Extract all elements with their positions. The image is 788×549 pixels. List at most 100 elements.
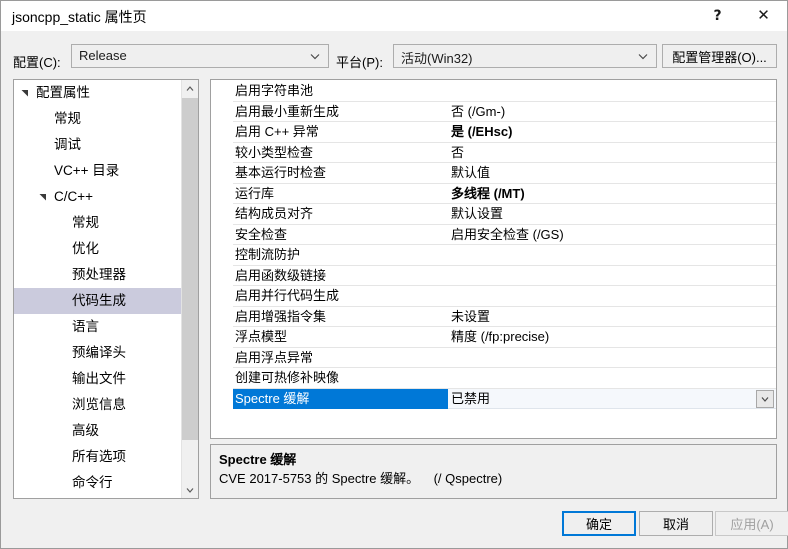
property-row[interactable]: 启用 C++ 异常是 (/EHsc): [211, 122, 776, 143]
property-name[interactable]: 安全检查: [233, 225, 448, 245]
help-button[interactable]: ?: [695, 1, 740, 30]
chevron-up-icon[interactable]: [182, 80, 198, 97]
property-name[interactable]: 运行库: [233, 184, 448, 204]
property-name[interactable]: 结构成员对齐: [233, 204, 448, 225]
property-name[interactable]: 启用浮点异常: [233, 348, 448, 368]
configuration-combo[interactable]: Release: [71, 44, 329, 68]
triangle-expanded-icon[interactable]: [36, 184, 50, 210]
tree-item-label: 配置属性: [36, 85, 90, 100]
property-name[interactable]: 启用最小重新生成: [233, 102, 448, 122]
property-value[interactable]: [448, 286, 776, 307]
tree-item-label: 预处理器: [72, 267, 126, 282]
property-value[interactable]: 已禁用: [448, 388, 776, 409]
property-value[interactable]: 精度 (/fp:precise): [448, 327, 776, 348]
configuration-tree[interactable]: 配置属性 常规 调试 VC++ 目录 C/C++ 常规 优化 预处理器 代码生成 语言 预编译头 输出…: [14, 80, 182, 498]
tree-item-label: 常规: [54, 111, 81, 126]
tree-item[interactable]: 所有选项: [14, 444, 182, 470]
property-name[interactable]: 浮点模型: [233, 327, 448, 348]
triangle-collapsed-icon[interactable]: [36, 496, 50, 498]
property-name[interactable]: 启用并行代码生成: [233, 286, 448, 307]
tree-item[interactable]: 高级: [14, 418, 182, 444]
property-name[interactable]: 创建可热修补映像: [233, 368, 448, 389]
apply-button[interactable]: 应用(A): [715, 511, 788, 536]
property-row[interactable]: 启用并行代码生成: [211, 286, 776, 307]
chevron-down-icon[interactable]: [182, 481, 198, 498]
tree-item[interactable]: 语言: [14, 314, 182, 340]
question-mark-icon: ?: [713, 7, 722, 24]
property-row[interactable]: 结构成员对齐 默认设置: [211, 204, 776, 225]
property-row[interactable]: 控制流防护: [211, 245, 776, 266]
tree-item-label: 高级: [72, 423, 99, 438]
property-name[interactable]: Spectre 缓解: [233, 388, 448, 409]
configuration-label: 配置(C):: [13, 55, 61, 70]
tree-item[interactable]: 库管理器: [14, 496, 182, 498]
property-value[interactable]: 是 (/EHsc): [448, 122, 776, 143]
tree-item-label: 优化: [72, 241, 99, 256]
platform-combo[interactable]: 活动(Win32): [393, 44, 657, 68]
property-name[interactable]: 基本运行时检查: [233, 163, 448, 184]
property-value-dropdown-button[interactable]: [756, 389, 774, 408]
property-row[interactable]: 较小类型检查否: [211, 143, 776, 163]
property-name[interactable]: 控制流防护: [233, 245, 448, 266]
property-row[interactable]: 启用最小重新生成否 (/Gm-): [211, 102, 776, 122]
tree-scrollbar[interactable]: [181, 80, 198, 498]
property-name[interactable]: 启用增强指令集: [233, 307, 448, 327]
property-value[interactable]: [448, 81, 776, 102]
tree-item-label: 预编译头: [72, 345, 126, 360]
tree-item-label: 所有选项: [72, 449, 126, 464]
tree-item[interactable]: 常规: [14, 106, 182, 132]
property-row[interactable]: 安全检查 启用安全检查 (/GS): [211, 225, 776, 245]
property-name[interactable]: 启用 C++ 异常: [233, 122, 448, 143]
tree-item[interactable]: VC++ 目录: [14, 158, 182, 184]
tree-item[interactable]: 代码生成: [14, 288, 182, 314]
property-value[interactable]: 启用安全检查 (/GS): [448, 225, 776, 245]
property-value[interactable]: [448, 245, 776, 266]
property-value[interactable]: 默认值: [448, 163, 776, 184]
property-value[interactable]: [448, 368, 776, 389]
property-row[interactable]: 运行库 多线程 (/MT): [211, 184, 776, 204]
property-value[interactable]: 默认设置: [448, 204, 776, 225]
tree-item[interactable]: 配置属性: [14, 80, 182, 106]
tree-item-label: C/C++: [54, 189, 94, 204]
tree-item[interactable]: 预处理器: [14, 262, 182, 288]
ok-button[interactable]: 确定: [562, 511, 636, 536]
property-name[interactable]: 较小类型检查: [233, 143, 448, 163]
tree-item[interactable]: 常规: [14, 210, 182, 236]
configuration-manager-button[interactable]: 配置管理器(O)...: [662, 44, 777, 68]
property-value[interactable]: 否: [448, 143, 776, 163]
property-value[interactable]: 否 (/Gm-): [448, 102, 776, 122]
tree-item[interactable]: C/C++: [14, 184, 182, 210]
property-value[interactable]: 多线程 (/MT): [448, 184, 776, 204]
tree-item-label: 代码生成: [72, 293, 126, 308]
description-body: CVE 2017-5753 的 Spectre 缓解。 (/ Qspectre): [219, 471, 503, 486]
property-grid[interactable]: 启用字符串池 启用最小重新生成否 (/Gm-) 启用 C++ 异常是 (/EHsc)…: [211, 81, 776, 409]
cancel-button[interactable]: 取消: [639, 511, 713, 536]
property-grid-panel: 启用字符串池 启用最小重新生成否 (/Gm-) 启用 C++ 异常是 (/EHsc)…: [210, 79, 777, 439]
property-row[interactable]: 启用增强指令集 未设置: [211, 307, 776, 327]
triangle-expanded-icon[interactable]: [18, 80, 32, 106]
property-row[interactable]: 基本运行时检查 默认值: [211, 163, 776, 184]
property-value[interactable]: [448, 266, 776, 286]
property-row[interactable]: 创建可热修补映像: [211, 368, 776, 389]
property-value[interactable]: 未设置: [448, 307, 776, 327]
property-row[interactable]: 浮点模型 精度 (/fp:precise): [211, 327, 776, 348]
tree-item-label: 输出文件: [72, 371, 126, 386]
property-row[interactable]: 启用浮点异常: [211, 348, 776, 368]
close-button[interactable]: ✕: [741, 1, 786, 30]
configuration-value: Release: [79, 48, 127, 63]
property-name[interactable]: 启用字符串池: [233, 81, 448, 102]
tree-item[interactable]: 输出文件: [14, 366, 182, 392]
tree-item[interactable]: 优化: [14, 236, 182, 262]
tree-scrollbar-thumb[interactable]: [182, 98, 198, 440]
property-row[interactable]: 启用函数级链接: [211, 266, 776, 286]
tree-item[interactable]: 浏览信息: [14, 392, 182, 418]
tree-item[interactable]: 命令行: [14, 470, 182, 496]
property-row[interactable]: Spectre 缓解 已禁用: [211, 388, 776, 409]
property-value[interactable]: [448, 348, 776, 368]
tree-item[interactable]: 预编译头: [14, 340, 182, 366]
tree-item-label: 语言: [72, 319, 99, 334]
property-name[interactable]: 启用函数级链接: [233, 266, 448, 286]
property-row[interactable]: 启用字符串池: [211, 81, 776, 102]
chevron-down-icon: [308, 49, 322, 63]
tree-item[interactable]: 调试: [14, 132, 182, 158]
